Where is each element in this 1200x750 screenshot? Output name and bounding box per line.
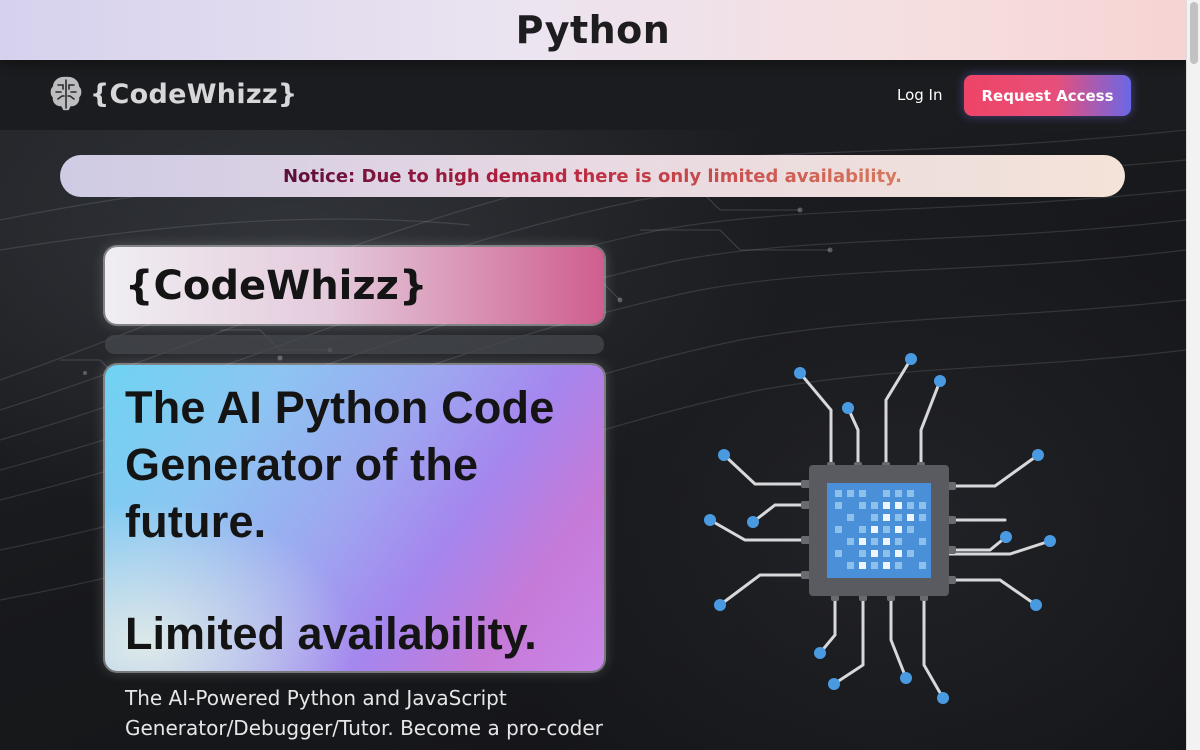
login-link[interactable]: Log In xyxy=(897,86,943,104)
request-access-button[interactable]: Request Access xyxy=(964,75,1131,116)
hero-brand-card: {CodeWhizz} xyxy=(105,247,604,324)
headline-line-1: The AI Python Code xyxy=(125,382,555,433)
page-header-strip: Python xyxy=(0,0,1186,60)
navbar: {CodeWhizz} Log In Request Access xyxy=(0,60,1186,130)
headline-line-3: future. xyxy=(125,496,267,547)
divider-bar xyxy=(105,335,604,354)
brain-icon xyxy=(50,76,82,111)
headline-line-2: Generator of the xyxy=(125,439,479,490)
hero-brand-name: {CodeWhizz} xyxy=(125,262,428,309)
cpu-chip-illustration xyxy=(690,340,1090,720)
hero-headline-card: The AI Python Code Generator of the futu… xyxy=(105,365,604,671)
brand-logo[interactable]: {CodeWhizz} xyxy=(50,74,297,114)
brand-name: {CodeWhizz} xyxy=(90,78,298,110)
scrollbar-thumb[interactable] xyxy=(1190,2,1198,64)
vertical-scrollbar[interactable] xyxy=(1186,0,1200,750)
limited-availability-text: Limited availability. xyxy=(125,608,537,659)
cpu-chip-icon xyxy=(704,353,1056,704)
hero-subtitle: The AI-Powered Python and JavaScript Gen… xyxy=(125,686,603,740)
availability-notice-banner: Notice: Due to high demand there is only… xyxy=(60,155,1125,197)
page-title: Python xyxy=(515,8,671,52)
notice-text: Notice: Due to high demand there is only… xyxy=(282,165,903,187)
